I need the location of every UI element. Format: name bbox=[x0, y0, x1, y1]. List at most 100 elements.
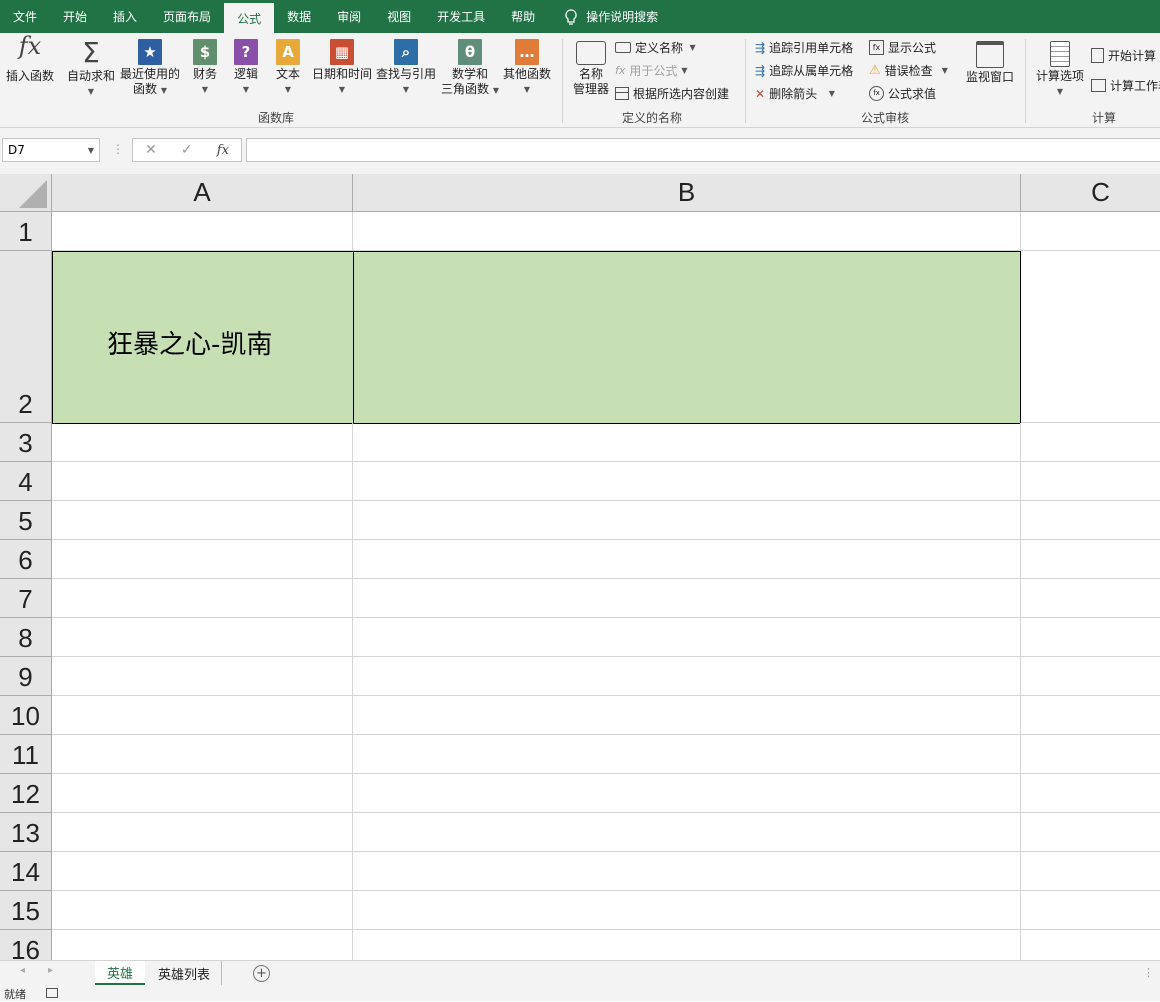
cell-a10[interactable] bbox=[52, 696, 353, 735]
row-header-5[interactable]: 5 bbox=[0, 501, 52, 540]
sheet-tab-heroes[interactable]: 英雄 bbox=[95, 961, 145, 985]
scroll-right-icon[interactable]: ▸ bbox=[48, 965, 53, 976]
column-header-b[interactable]: B bbox=[353, 174, 1021, 212]
cell-b10[interactable] bbox=[353, 696, 1021, 735]
cell-c1[interactable] bbox=[1021, 212, 1160, 251]
tab-help[interactable]: 帮助 bbox=[498, 0, 548, 33]
cell-a3[interactable] bbox=[52, 423, 353, 462]
cell-a7[interactable] bbox=[52, 579, 353, 618]
cell-a1[interactable] bbox=[52, 212, 353, 251]
confirm-icon[interactable]: ✓ bbox=[181, 142, 193, 158]
trace-dependents-button[interactable]: ⇶ 追踪从属单元格 bbox=[755, 62, 853, 79]
row-header-13[interactable]: 13 bbox=[0, 813, 52, 852]
cell-b5[interactable] bbox=[353, 501, 1021, 540]
more-functions-button[interactable]: … 其他函数 ▼ bbox=[500, 39, 554, 97]
cell-b15[interactable] bbox=[353, 891, 1021, 930]
cell-b6[interactable] bbox=[353, 540, 1021, 579]
remove-arrows-button[interactable]: ✕ 删除箭头 ▼ bbox=[755, 85, 835, 102]
cell-a8[interactable] bbox=[52, 618, 353, 657]
grip-icon[interactable]: ⋮ bbox=[112, 142, 124, 156]
calc-sheet-button[interactable]: 计算工作表 bbox=[1091, 77, 1160, 94]
cell-c3[interactable] bbox=[1021, 423, 1160, 462]
name-manager-button[interactable]: 名称 管理器 bbox=[568, 41, 614, 97]
cell-b8[interactable] bbox=[353, 618, 1021, 657]
tab-page-layout[interactable]: 页面布局 bbox=[150, 0, 224, 33]
cell-b9[interactable] bbox=[353, 657, 1021, 696]
cell-b2[interactable] bbox=[353, 251, 1021, 424]
cell-a11[interactable] bbox=[52, 735, 353, 774]
calc-now-button[interactable]: 开始计算 bbox=[1091, 47, 1156, 64]
cell-c4[interactable] bbox=[1021, 462, 1160, 501]
cell-c16[interactable] bbox=[1021, 930, 1160, 960]
cell-c2[interactable] bbox=[1021, 251, 1160, 423]
cell-b11[interactable] bbox=[353, 735, 1021, 774]
cell-a12[interactable] bbox=[52, 774, 353, 813]
row-header-7[interactable]: 7 bbox=[0, 579, 52, 618]
tell-me-search[interactable]: 操作说明搜索 bbox=[548, 0, 658, 33]
create-from-selection-button[interactable]: 根据所选内容创建 bbox=[615, 85, 729, 102]
trace-precedents-button[interactable]: ⇶ 追踪引用单元格 bbox=[755, 39, 853, 56]
cell-c15[interactable] bbox=[1021, 891, 1160, 930]
row-header-11[interactable]: 11 bbox=[0, 735, 52, 774]
add-sheet-icon[interactable]: + bbox=[253, 965, 270, 982]
row-header-14[interactable]: 14 bbox=[0, 852, 52, 891]
cell-a16[interactable] bbox=[52, 930, 353, 960]
insert-function-button[interactable]: fx 插入函数 bbox=[2, 34, 58, 84]
datetime-button[interactable]: ▦ 日期和时间 ▼ bbox=[310, 39, 374, 97]
logical-button[interactable]: ? 逻辑 ▼ bbox=[228, 39, 264, 97]
row-header-9[interactable]: 9 bbox=[0, 657, 52, 696]
tab-home[interactable]: 开始 bbox=[50, 0, 100, 33]
cell-a9[interactable] bbox=[52, 657, 353, 696]
column-header-c[interactable]: C bbox=[1021, 174, 1160, 212]
tab-view[interactable]: 视图 bbox=[374, 0, 424, 33]
cell-b12[interactable] bbox=[353, 774, 1021, 813]
row-header-8[interactable]: 8 bbox=[0, 618, 52, 657]
cell-b16[interactable] bbox=[353, 930, 1021, 960]
sheet-tab-hero-list[interactable]: 英雄列表 bbox=[147, 961, 222, 985]
cell-a4[interactable] bbox=[52, 462, 353, 501]
tab-review[interactable]: 审阅 bbox=[324, 0, 374, 33]
cell-b14[interactable] bbox=[353, 852, 1021, 891]
cell-b1[interactable] bbox=[353, 212, 1021, 251]
select-all-corner[interactable] bbox=[0, 174, 52, 212]
cell-c13[interactable] bbox=[1021, 813, 1160, 852]
cell-c9[interactable] bbox=[1021, 657, 1160, 696]
cell-c7[interactable] bbox=[1021, 579, 1160, 618]
financial-button[interactable]: $ 财务 ▼ bbox=[186, 39, 224, 97]
cell-b3[interactable] bbox=[353, 423, 1021, 462]
cell-c14[interactable] bbox=[1021, 852, 1160, 891]
scroll-left-icon[interactable]: ◂ bbox=[20, 965, 25, 976]
error-checking-button[interactable]: ⚠ 错误检查 ▼ bbox=[869, 62, 948, 79]
cancel-icon[interactable]: ✕ bbox=[145, 142, 157, 158]
name-box[interactable]: D7 ▼ bbox=[2, 138, 100, 162]
row-header-16[interactable]: 16 bbox=[0, 930, 52, 960]
evaluate-formula-button[interactable]: fx 公式求值 bbox=[869, 85, 936, 102]
tab-splitter-icon[interactable]: ⋮ bbox=[1143, 966, 1154, 979]
row-header-3[interactable]: 3 bbox=[0, 423, 52, 462]
watch-window-button[interactable]: 监视窗口 bbox=[962, 41, 1018, 85]
use-in-formula-button[interactable]: fx 用于公式 ▼ bbox=[615, 62, 688, 79]
row-header-12[interactable]: 12 bbox=[0, 774, 52, 813]
cell-a15[interactable] bbox=[52, 891, 353, 930]
cell-c11[interactable] bbox=[1021, 735, 1160, 774]
cell-c6[interactable] bbox=[1021, 540, 1160, 579]
cell-b13[interactable] bbox=[353, 813, 1021, 852]
tab-formulas[interactable]: 公式 bbox=[224, 3, 275, 33]
formula-input[interactable] bbox=[246, 138, 1160, 162]
tab-data[interactable]: 数据 bbox=[274, 0, 324, 33]
lookup-button[interactable]: ⌕ 查找与引用 ▼ bbox=[374, 39, 438, 97]
cell-c12[interactable] bbox=[1021, 774, 1160, 813]
macro-record-icon[interactable] bbox=[46, 988, 58, 998]
calc-options-button[interactable]: 计算选项 ▼ bbox=[1032, 41, 1088, 99]
cell-a2[interactable]: 狂暴之心-凯南 bbox=[52, 251, 354, 424]
cell-a5[interactable] bbox=[52, 501, 353, 540]
cell-a14[interactable] bbox=[52, 852, 353, 891]
cell-c5[interactable] bbox=[1021, 501, 1160, 540]
cell-a6[interactable] bbox=[52, 540, 353, 579]
row-header-2[interactable]: 2 bbox=[0, 251, 52, 423]
cell-c10[interactable] bbox=[1021, 696, 1160, 735]
chevron-down-icon[interactable]: ▼ bbox=[88, 146, 94, 155]
recent-functions-button[interactable]: ★ 最近使用的 函数 ▼ bbox=[118, 39, 182, 98]
cell-b4[interactable] bbox=[353, 462, 1021, 501]
insert-function-icon[interactable]: fx bbox=[217, 143, 229, 158]
